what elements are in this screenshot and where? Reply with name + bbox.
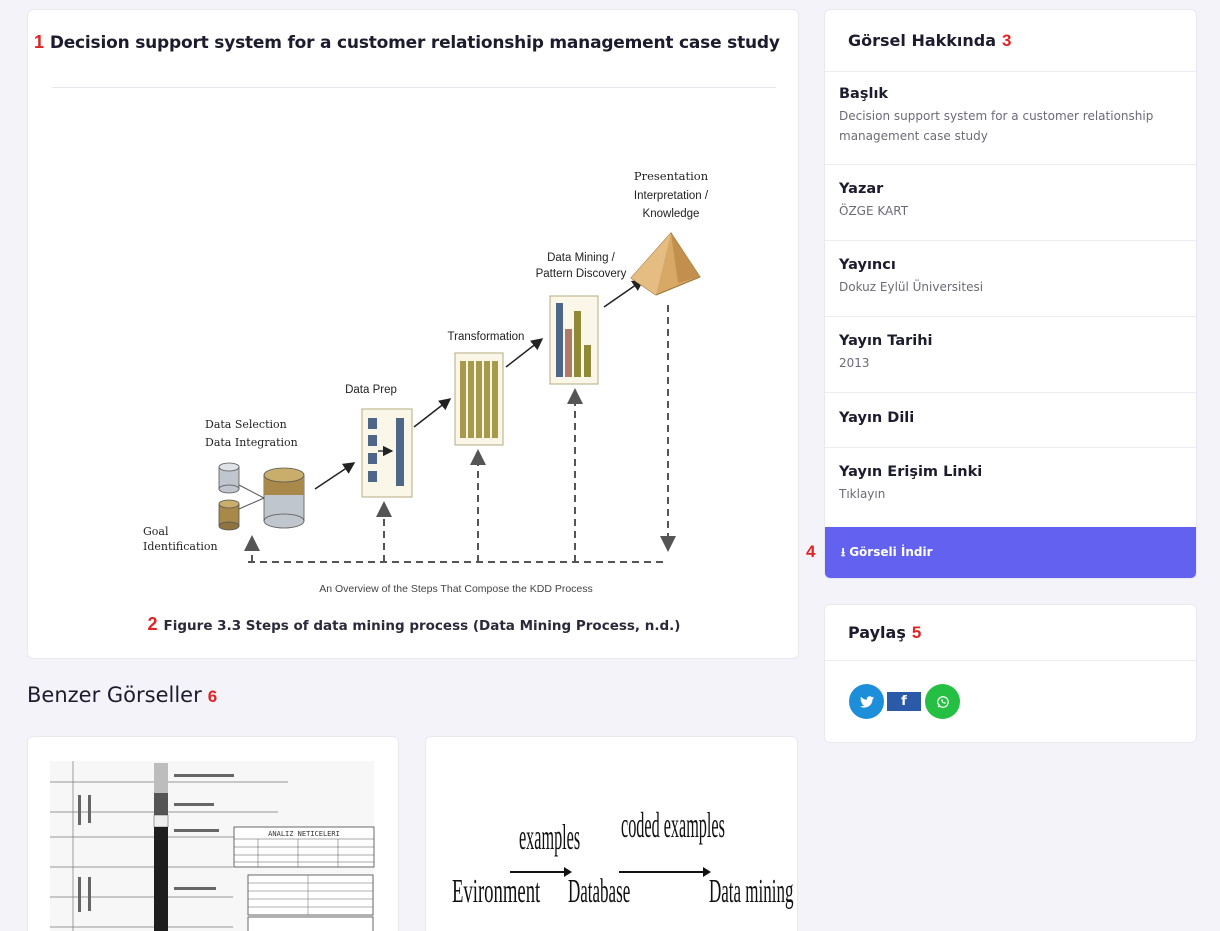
info-label: Yayıncı <box>839 257 896 273</box>
label-mining-1: Data Mining / <box>547 252 616 264</box>
twitter-icon <box>859 695 874 708</box>
info-header: Görsel Hakkında 3 <box>825 10 1196 72</box>
info-label: Yayın Erişim Linki <box>839 464 983 480</box>
label-prep: Data Prep <box>345 384 397 396</box>
transformation-box <box>454 352 504 446</box>
annotation-marker: 5 <box>911 623 922 642</box>
kdd-process-figure: Goal Identification Data Selection Data … <box>143 169 708 595</box>
access-link[interactable]: Tıklayın <box>839 484 1179 504</box>
similar-images-heading: Benzer Görseller 6 <box>27 683 217 707</box>
label-presentation-1: Presentation <box>634 169 708 183</box>
annotation-marker: 1 <box>34 32 44 52</box>
label-presentation-3: Knowledge <box>643 208 700 220</box>
figure-footer: An Overview of the Steps That Compose th… <box>319 583 593 595</box>
label-transformation: Transformation <box>448 331 525 343</box>
info-label: Yayın Tarihi <box>839 333 933 349</box>
data-prep-box <box>361 408 413 498</box>
info-row-title: Başlık Decision support system for a cus… <box>825 72 1196 165</box>
label-selection-1: Data Selection <box>205 418 287 431</box>
info-value: Decision support system for a customer r… <box>839 109 1154 143</box>
small-cylinders <box>218 462 265 531</box>
image-info-card: Görsel Hakkında 3 Başlık Decision support… <box>824 9 1197 579</box>
facebook-share-button[interactable]: f <box>887 692 921 711</box>
info-row-date: Yayın Tarihi 2013 <box>825 317 1196 393</box>
figure-caption: 2 Figure 3.3 Steps of data mining process… <box>28 614 800 635</box>
thumb2-label-coded: coded examples <box>621 806 725 846</box>
share-header: Paylaş 5 <box>825 605 1196 661</box>
title-text: Decision support system for a customer r… <box>49 33 780 53</box>
knowledge-pyramid <box>630 232 701 296</box>
label-mining-2: Pattern Discovery <box>536 268 627 280</box>
page-title: 1 Decision support system for a customer … <box>34 32 780 53</box>
info-row-language: Yayın Dili <box>825 393 1196 448</box>
info-label: Başlık <box>839 86 889 102</box>
similar-image-thumbnail[interactable]: Evironment examples Database coded examp… <box>426 737 799 931</box>
info-title: Görsel Hakkında 3 <box>848 31 1012 51</box>
data-mining-box <box>549 295 599 385</box>
label-goal-2: Identification <box>143 540 218 553</box>
thumb2-label-environment: Evironment <box>452 872 540 909</box>
annotation-marker: 3 <box>1002 31 1012 50</box>
similar-image-card[interactable]: ANALIZ NETICELERI <box>27 736 399 931</box>
label-selection-2: Data Integration <box>205 436 298 449</box>
data-cylinder <box>263 467 305 529</box>
share-title-text: Paylaş <box>848 623 906 642</box>
info-value: Dokuz Eylül Üniversitesi <box>839 280 984 294</box>
info-label: Yazar <box>839 181 884 197</box>
thumb1-heading: ANALIZ NETICELERI <box>268 830 340 838</box>
divider <box>52 87 776 88</box>
info-value: ÖZGE KART <box>839 204 909 218</box>
label-presentation-2: Interpretation / <box>634 190 708 202</box>
annotation-marker: 2 <box>147 614 158 634</box>
figure-card: 1 Decision support system for a customer … <box>27 9 799 659</box>
info-row-publisher: Yayıncı Dokuz Eylül Üniversitesi <box>825 241 1196 317</box>
download-image-button[interactable]: ⭳ Görseli İndir <box>825 527 1196 578</box>
info-row-link: Yayın Erişim Linki Tıklayın <box>825 448 1196 527</box>
info-row-author: Yazar ÖZGE KART <box>825 165 1196 241</box>
annotation-marker: 6 <box>207 687 218 706</box>
share-card: Paylaş 5 f <box>824 604 1197 743</box>
download-icon: ⭳ <box>841 545 846 559</box>
facebook-icon: f <box>901 694 907 709</box>
annotation-marker: 4 <box>806 542 816 561</box>
whatsapp-icon <box>936 695 949 708</box>
whatsapp-share-button[interactable] <box>925 684 960 719</box>
info-value: 2013 <box>839 356 870 370</box>
similar-image-thumbnail[interactable]: ANALIZ NETICELERI <box>28 737 400 931</box>
similar-image-card[interactable]: Evironment examples Database coded examp… <box>425 736 798 931</box>
thumb2-label-mining: Data mining <box>709 872 793 910</box>
info-title-text: Görsel Hakkında <box>848 31 997 50</box>
caption-text: Figure 3.3 Steps of data mining process … <box>163 618 681 634</box>
share-title: Paylaş 5 <box>848 623 921 643</box>
download-label: Görseli İndir <box>849 545 933 559</box>
label-goal-1: Goal <box>143 525 169 538</box>
thumb2-label-database: Database <box>568 872 630 910</box>
similar-heading-text: Benzer Görseller <box>27 683 202 707</box>
info-label: Yayın Dili <box>839 410 915 426</box>
twitter-share-button[interactable] <box>849 684 884 719</box>
thumb2-label-examples: examples <box>519 818 580 858</box>
